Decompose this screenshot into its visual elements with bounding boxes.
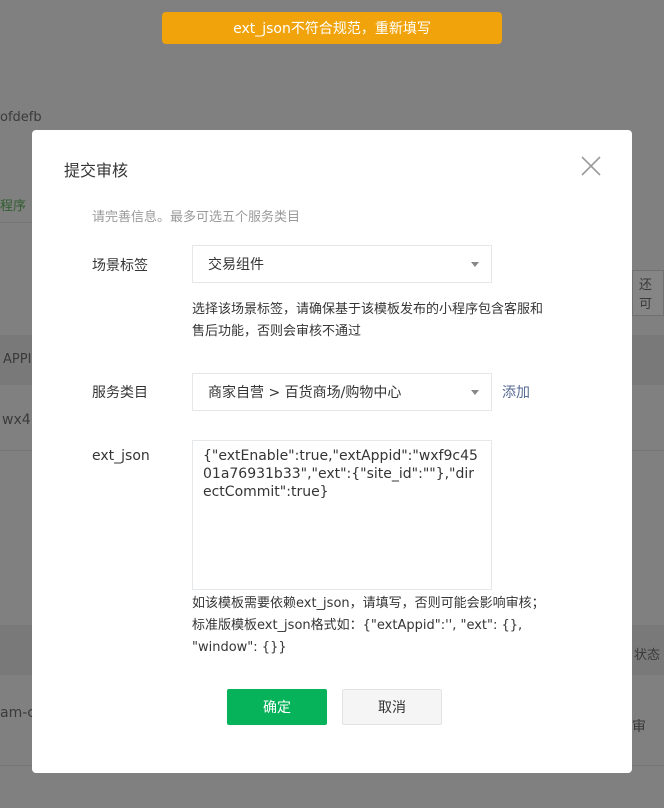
scene-tag-hint: 选择该场景标签，请确保基于该模板发布的小程序包含客服和售后功能，否则会审核不通过 (192, 302, 544, 339)
background-button: 还可 (632, 270, 664, 316)
service-category-select[interactable]: 商家自营 > 百货商场/购物中心 (192, 373, 492, 411)
ext-json-label: ext_json (92, 448, 150, 464)
cancel-button[interactable]: 取消 (342, 689, 442, 725)
background-column-header: APPI (3, 352, 32, 367)
background-link: 程序 (0, 199, 27, 214)
dialog-title: 提交审核 (64, 161, 129, 180)
chevron-down-icon (471, 262, 479, 267)
confirm-button[interactable]: 确定 (227, 689, 327, 725)
background-cell: 审 (632, 719, 646, 735)
background-divider (0, 222, 32, 223)
add-category-link[interactable]: 添加 (502, 382, 530, 402)
ext-json-textarea[interactable]: {"extEnable":true,"extAppid":"wxf9c4501a… (192, 440, 492, 590)
scene-tag-label: 场景标签 (92, 258, 148, 274)
error-toast: ext_json不符合规范，重新填写 (162, 12, 502, 44)
scene-tag-select[interactable]: 交易组件 (192, 245, 492, 283)
service-category-value: 商家自营 > 百货商场/购物中心 (208, 385, 402, 401)
close-icon[interactable] (580, 155, 602, 177)
background-text: ofdefb (0, 110, 42, 125)
service-category-label: 服务类目 (92, 385, 148, 401)
background-cell: am-c (0, 705, 35, 721)
background-column-header: 状态 (634, 648, 661, 663)
submit-review-dialog: 提交审核 请完善信息。最多可选五个服务类目 场景标签 交易组件 选择该场景标签，… (32, 130, 632, 773)
chevron-down-icon (471, 390, 479, 395)
dialog-description: 请完善信息。最多可选五个服务类目 (92, 210, 301, 225)
ext-json-hint: 如该模板需要依赖ext_json，请填写，否则可能会影响审核；标准版模板ext_… (192, 596, 545, 655)
scene-tag-value: 交易组件 (208, 257, 264, 273)
